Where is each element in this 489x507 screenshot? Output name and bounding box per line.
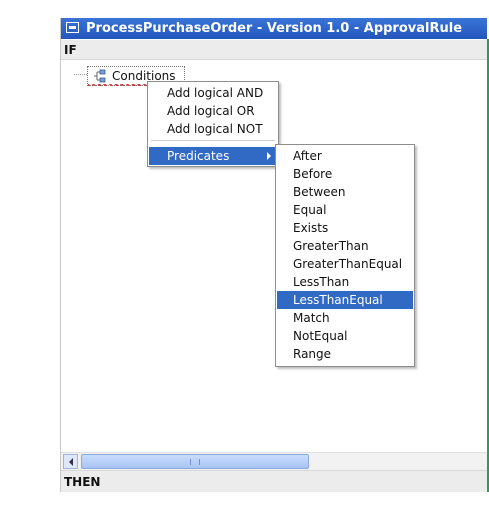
menu-item-predicates-label: Predicates [167,149,230,163]
submenu-arrow-icon [267,152,271,160]
predicate-range[interactable]: Range [277,345,413,363]
predicate-greaterthan[interactable]: GreaterThan [277,237,413,255]
menu-item-add-and[interactable]: Add logical AND [149,84,277,102]
predicate-greaterthanequal[interactable]: GreaterThanEqual [277,255,413,273]
scroll-thumb[interactable] [81,454,309,469]
predicate-equal[interactable]: Equal [277,201,413,219]
condition-context-menu: Add logical AND Add logical OR Add logic… [147,81,279,167]
horizontal-scrollbar[interactable] [61,452,487,470]
menu-separator [151,140,275,141]
then-section-header: THEN [61,470,487,492]
if-section-header: IF [61,40,487,60]
predicate-notequal[interactable]: NotEqual [277,327,413,345]
tree-connector [74,74,87,75]
window-title: ProcessPurchaseOrder - Version 1.0 - App… [86,21,463,36]
predicate-lessthan[interactable]: LessThan [277,273,413,291]
window-icon [66,22,79,33]
arrow-left-icon [68,458,73,466]
scroll-grip-icon [190,459,200,465]
menu-item-add-or[interactable]: Add logical OR [149,102,277,120]
predicates-submenu: After Before Between Equal Exists Greate… [275,144,415,367]
condition-tree-icon [94,69,106,83]
scroll-left-button[interactable] [63,454,78,469]
window-titlebar[interactable]: ProcessPurchaseOrder - Version 1.0 - App… [61,18,487,39]
menu-item-predicates[interactable]: Predicates [149,147,277,165]
menu-item-add-not[interactable]: Add logical NOT [149,120,277,138]
predicate-lessthanequal[interactable]: LessThanEqual [277,291,413,309]
predicate-before[interactable]: Before [277,165,413,183]
predicate-match[interactable]: Match [277,309,413,327]
predicate-after[interactable]: After [277,147,413,165]
predicate-between[interactable]: Between [277,183,413,201]
predicate-exists[interactable]: Exists [277,219,413,237]
